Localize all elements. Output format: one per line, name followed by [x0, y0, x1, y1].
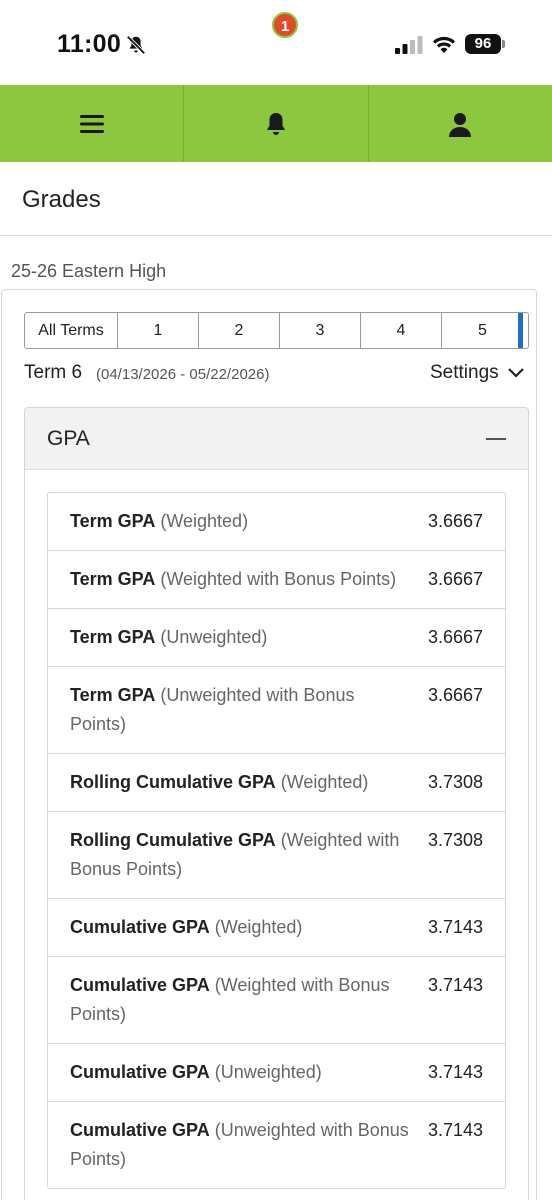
gpa-value: 3.7143 [427, 1062, 483, 1082]
table-row: Term GPA (Weighted) 3.6667 [48, 493, 505, 551]
gpa-row-label: Rolling Cumulative GPA (Weighted) [70, 768, 410, 797]
gpa-value: 3.7143 [427, 975, 483, 995]
tab-term-4[interactable]: 4 [361, 313, 442, 348]
table-row: Rolling Cumulative GPA (Weighted with Bo… [48, 812, 505, 899]
title-divider [0, 235, 552, 236]
tab-term-2[interactable]: 2 [199, 313, 280, 348]
account-icon [449, 112, 472, 137]
gpa-type: Term GPA [70, 569, 156, 589]
gpa-type: Rolling Cumulative GPA [70, 772, 276, 792]
collapse-icon[interactable] [486, 438, 506, 440]
table-row: Cumulative GPA (Weighted) 3.7143 [48, 899, 505, 957]
gpa-type: Cumulative GPA [70, 1120, 210, 1140]
table-row: Term GPA (Unweighted with Bonus Points) 3… [48, 667, 505, 754]
tab-term-1[interactable]: 1 [118, 313, 199, 348]
gpa-value: 3.6667 [427, 569, 483, 589]
gpa-panel-title: GPA [47, 427, 90, 450]
gpa-row-label: Term GPA (Weighted with Bonus Points) [70, 565, 410, 594]
gpa-type: Cumulative GPA [70, 917, 210, 937]
gpa-type: Term GPA [70, 685, 156, 705]
top-nav-bar [0, 85, 552, 162]
gpa-row-label: Cumulative GPA (Unweighted) [70, 1058, 410, 1087]
tab-all-terms[interactable]: All Terms [25, 313, 118, 348]
gpa-table: Term GPA (Weighted) 3.6667 Term GPA (Weigh… [47, 492, 506, 1189]
gpa-qualifier: (Unweighted) [209, 1062, 322, 1082]
gpa-value: 3.6667 [427, 627, 483, 647]
gpa-panel: GPA Term GPA (Weighted) 3.6667 Term GPA (W… [24, 407, 529, 1200]
tab-term-5[interactable]: 5 [442, 313, 523, 348]
gpa-qualifier: (Weighted) [275, 772, 369, 792]
status-bar: 11:00 96 [0, 0, 552, 85]
tab-term-3[interactable]: 3 [280, 313, 361, 348]
table-row: Cumulative GPA (Weighted with Bonus Poin… [48, 957, 505, 1044]
account-button[interactable] [367, 85, 552, 162]
chevron-down-icon [507, 368, 524, 378]
gpa-qualifier: (Unweighted) [155, 627, 268, 647]
gpa-row-label: Term GPA (Weighted) [70, 507, 410, 536]
gpa-type: Term GPA [70, 511, 156, 531]
gpa-row-label: Cumulative GPA (Weighted) [70, 913, 410, 942]
gpa-row-label: Cumulative GPA (Unweighted with Bonus Po… [70, 1116, 410, 1174]
table-row: Term GPA (Weighted with Bonus Points) 3.6… [48, 551, 505, 609]
gpa-value: 3.6667 [427, 511, 483, 531]
gpa-type: Rolling Cumulative GPA [70, 830, 276, 850]
notifications-icon [266, 112, 285, 135]
page-title: Grades [22, 186, 101, 213]
gpa-qualifier: (Weighted) [155, 511, 249, 531]
status-time: 11:00 [57, 30, 122, 58]
current-term-name: Term 6 [24, 362, 83, 383]
settings-dropdown[interactable]: Settings [430, 362, 525, 384]
gpa-value: 3.7308 [427, 772, 483, 792]
school-year-label: 25-26 Eastern High [11, 261, 167, 281]
gpa-type: Term GPA [70, 627, 156, 647]
gpa-value: 3.7308 [427, 830, 483, 850]
gpa-row-label: Cumulative GPA (Weighted with Bonus Poin… [70, 971, 410, 1029]
bell-slash-icon [126, 35, 146, 55]
gpa-qualifier: (Weighted) [209, 917, 303, 937]
gpa-value: 3.7143 [427, 917, 483, 937]
settings-label: Settings [430, 362, 499, 383]
menu-button[interactable] [0, 85, 183, 162]
battery-tip [502, 40, 505, 48]
gpa-type: Cumulative GPA [70, 1062, 210, 1082]
wifi-icon [433, 36, 455, 53]
notifications-button[interactable] [183, 85, 367, 162]
menu-icon [79, 114, 104, 133]
gpa-row-label: Term GPA (Unweighted with Bonus Points) [70, 681, 410, 739]
current-term-dates: (04/13/2026 - 05/22/2026) [96, 366, 270, 383]
table-row: Cumulative GPA (Unweighted) 3.7143 [48, 1044, 505, 1102]
gpa-qualifier: (Weighted with Bonus Points) [155, 569, 397, 589]
notification-count-badge: 1 [272, 12, 298, 38]
gpa-value: 3.6667 [427, 685, 483, 705]
gpa-panel-header[interactable]: GPA [25, 408, 528, 470]
gpa-row-label: Rolling Cumulative GPA (Weighted with Bo… [70, 826, 410, 884]
table-row: Term GPA (Unweighted) 3.6667 [48, 609, 505, 667]
cellular-signal-icon [395, 36, 423, 54]
term-tabs: All Terms 1 2 3 4 5 [24, 312, 529, 349]
battery-icon: 96 [465, 34, 501, 54]
gpa-row-label: Term GPA (Unweighted) [70, 623, 410, 652]
table-row: Cumulative GPA (Unweighted with Bonus Po… [48, 1102, 505, 1188]
gpa-value: 3.7143 [427, 1120, 483, 1140]
gpa-type: Cumulative GPA [70, 975, 210, 995]
table-row: Rolling Cumulative GPA (Weighted) 3.7308 [48, 754, 505, 812]
